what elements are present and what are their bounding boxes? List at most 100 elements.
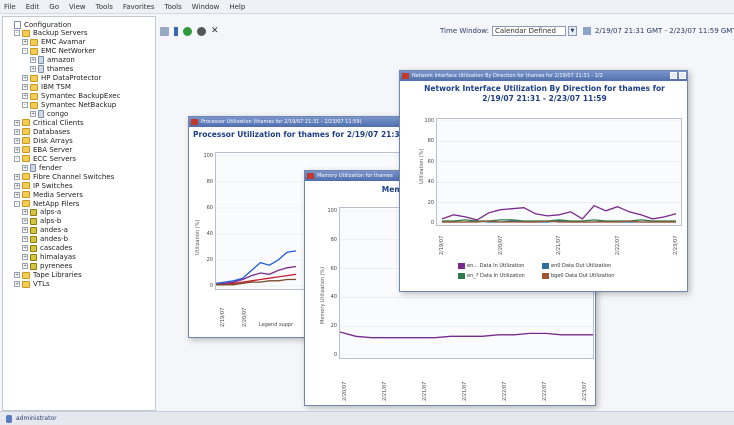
chevron-down-icon[interactable]: ▼ [567,26,577,36]
tree-item[interactable]: + amazon [30,56,75,65]
tree-item[interactable]: + Tape Libraries [14,271,82,280]
folder-icon [22,146,30,154]
tree-item[interactable]: + EMC Avamar [22,38,85,47]
tree-item[interactable]: - Backup Servers [14,29,88,38]
tree-item[interactable]: + pyrenees [22,262,72,271]
expand-icon[interactable]: + [30,57,36,64]
expand-icon[interactable]: + [30,66,36,73]
tree-item[interactable]: + Databases [14,127,70,136]
tree-item[interactable]: + andes-a [22,226,68,235]
tree-item[interactable]: + thames [30,65,73,74]
expand-icon[interactable]: + [22,209,28,216]
tree-item[interactable]: + Fibre Channel Switches [14,172,114,181]
tree-item[interactable]: + alps-a [22,208,61,217]
tree-item[interactable]: + himalayas [22,253,76,262]
menu-item[interactable]: Tools [96,3,113,11]
menu-item[interactable]: View [69,3,86,11]
status-bar: administrator [0,411,734,425]
series-line [441,204,677,221]
expand-icon[interactable]: + [30,111,36,117]
folder-icon [22,173,30,181]
expand-icon[interactable]: + [14,182,20,189]
collapse-icon[interactable]: - [22,102,28,109]
expand-icon[interactable]: + [22,218,28,225]
tree-item[interactable]: + alps-b [22,217,61,226]
collapse-icon[interactable]: - [22,48,28,55]
info-icon[interactable] [174,26,178,36]
expand-icon[interactable]: + [22,227,28,234]
tree-item[interactable]: - ECC Servers [14,154,76,163]
folder-icon [22,155,30,163]
expand-icon[interactable]: + [22,84,28,91]
expand-icon[interactable]: + [14,119,20,126]
filer-icon [30,208,37,216]
tree-item[interactable]: + cascades [22,244,72,253]
expand-icon[interactable]: + [22,39,28,46]
tree-item[interactable]: + VTLs [14,280,50,289]
network-chart-svg [437,120,681,224]
expand-icon[interactable]: + [22,245,28,252]
tree-item[interactable]: - EMC NetWorker [22,47,96,56]
tree-item-label: himalayas [40,253,76,262]
x-tick-label: 2/19/07 [439,235,445,255]
calendar-icon[interactable] [582,27,591,35]
expand-icon[interactable]: + [14,137,20,144]
menu-item[interactable]: Favorites [123,3,155,11]
menu-item[interactable]: File [4,3,16,11]
pin-icon[interactable] [160,26,169,36]
close-icon[interactable]: ✕ [211,26,220,36]
expand-icon[interactable]: + [14,272,20,279]
tree-item[interactable]: - NetApp Filers [14,199,79,208]
tree-item[interactable]: + andes-b [22,235,68,244]
folder-icon [30,38,38,46]
x-tick-label: 2/21/07 [462,381,468,401]
collapse-icon[interactable]: - [14,155,20,162]
menu-item[interactable]: Go [49,3,59,11]
expand-icon[interactable]: + [22,254,28,261]
expand-icon[interactable]: + [14,128,20,135]
time-window-select[interactable]: Calendar Defined [491,26,566,36]
tree-item[interactable]: + IBM TSM [22,83,71,92]
config-icon [14,20,21,29]
expand-icon[interactable]: + [22,93,28,100]
tree-item[interactable]: + IP Switches [14,181,73,190]
go-icon[interactable] [183,26,192,36]
tree-item[interactable]: - Symantec NetBackup [22,101,116,110]
expand-icon[interactable]: + [22,164,28,171]
tree-item[interactable]: + Critical Clients [14,118,84,127]
series-line [215,250,297,285]
tree-item-label: Critical Clients [33,118,84,127]
x-tick-label: 2/21/07 [422,381,428,401]
tree-item[interactable]: + Disk Arrays [14,136,73,145]
menu-item[interactable]: Help [229,3,245,11]
network-utilization-window[interactable]: Network Interface Utilization By Directi… [399,70,688,292]
x-tick-label: 2/21/07 [382,381,388,401]
series-line [339,331,593,339]
menu-item[interactable]: Edit [26,3,40,11]
expand-icon[interactable]: + [22,75,28,82]
folder-icon [30,101,38,109]
collapse-icon[interactable]: - [14,200,20,207]
collapse-icon[interactable]: - [14,30,20,37]
expand-icon[interactable]: + [14,191,20,198]
expand-icon[interactable]: + [22,263,28,270]
expand-icon[interactable]: + [14,146,20,153]
tree-item[interactable]: + EBA Server [14,145,72,154]
expand-icon[interactable]: + [14,173,20,180]
tree-item[interactable]: + Media Servers [14,190,83,199]
server-icon [38,110,44,118]
menu-item[interactable]: Tools [165,3,182,11]
menu-item[interactable]: Window [192,3,220,11]
tree-item[interactable]: + Symantec BackupExec [22,92,120,101]
tree-item[interactable]: + fender [22,163,62,172]
settings-icon[interactable] [197,26,206,36]
expand-icon[interactable]: + [22,236,28,243]
tree-item-label: EMC NetWorker [41,47,96,56]
folder-icon [22,280,30,288]
tree-item[interactable]: + HP DataProtector [22,74,101,83]
server-icon [38,65,44,74]
configuration-tree[interactable]: Configuration - Backup Servers + EMC Avamar -… [2,16,156,411]
tree-item[interactable]: Configuration [6,20,71,29]
tree-item[interactable]: + congo [30,110,68,119]
expand-icon[interactable]: + [14,281,20,288]
